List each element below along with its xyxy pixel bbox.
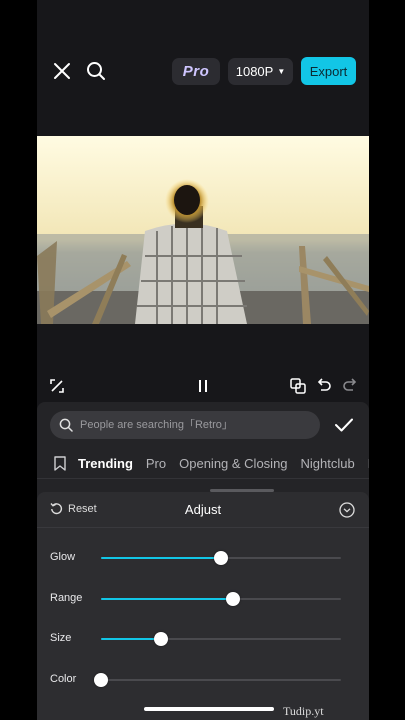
compare-icon[interactable] [288,376,308,396]
adjust-title: Adjust [184,502,222,517]
slider-thumb[interactable] [214,551,228,565]
effect-category-tabs: Trending Pro Opening & Closing Nightclub… [37,448,369,478]
tab-more[interactable]: L [368,456,369,471]
top-bar: Pro 1080P ▼ Export [37,0,369,136]
tab-opening-closing[interactable]: Opening & Closing [179,456,287,471]
video-preview[interactable] [37,136,369,324]
close-icon[interactable] [48,57,76,85]
slider-color: Color [37,666,369,694]
chevron-down-icon[interactable] [338,501,356,519]
slider-label: Color [50,673,77,685]
resolution-dropdown[interactable]: 1080P ▼ [228,58,293,85]
slider-label: Glow [50,551,76,563]
pro-label: Pro [182,63,210,80]
resolution-label: 1080P [235,64,274,79]
export-label: Export [309,63,348,79]
slider-label: Range [50,592,83,604]
bookmark-icon[interactable] [54,453,66,473]
fullscreen-icon[interactable] [47,376,67,396]
slider-fill [101,557,221,559]
slider-size: Size [37,625,369,653]
slider-fill [101,638,161,640]
search-icon[interactable] [82,57,110,85]
slider-thumb[interactable] [94,673,108,687]
slider-thumb[interactable] [154,632,168,646]
adjust-header: Reset Adjust [37,492,369,528]
slider-track[interactable] [101,551,341,565]
slider-range: Range [37,585,369,613]
export-button[interactable]: Export [301,57,356,85]
caret-down-icon: ▼ [277,67,286,76]
slider-fill [101,598,233,600]
slider-track[interactable] [101,632,341,646]
video-frame [37,136,369,324]
check-icon[interactable] [333,414,355,436]
search-input[interactable] [80,419,300,431]
slider-label: Size [50,632,72,644]
search-icon [59,418,73,432]
tab-nightclub[interactable]: Nightclub [301,456,355,471]
tab-pro[interactable]: Pro [146,456,166,471]
pause-icon[interactable] [193,376,213,396]
app-screen: Pro 1080P ▼ Export People are searching「… [37,0,369,720]
effects-search[interactable] [50,411,320,439]
tabs-divider [37,478,369,479]
slider-thumb[interactable] [226,592,240,606]
slider-track[interactable] [94,673,341,687]
playback-controls [37,372,369,400]
redo-icon[interactable] [340,376,360,396]
slider-track[interactable] [101,592,341,606]
adjust-sheet: Reset Adjust Glow Range Size Color [37,492,369,720]
pro-button[interactable]: Pro [172,58,220,85]
effects-panel: Trending Pro Opening & Closing Nightclub… [37,402,369,720]
undo-icon[interactable] [314,376,334,396]
watermark: Tudip.yt [283,704,324,718]
slider-glow: Glow [37,544,369,572]
home-indicator [144,707,274,711]
tab-trending[interactable]: Trending [78,456,133,471]
